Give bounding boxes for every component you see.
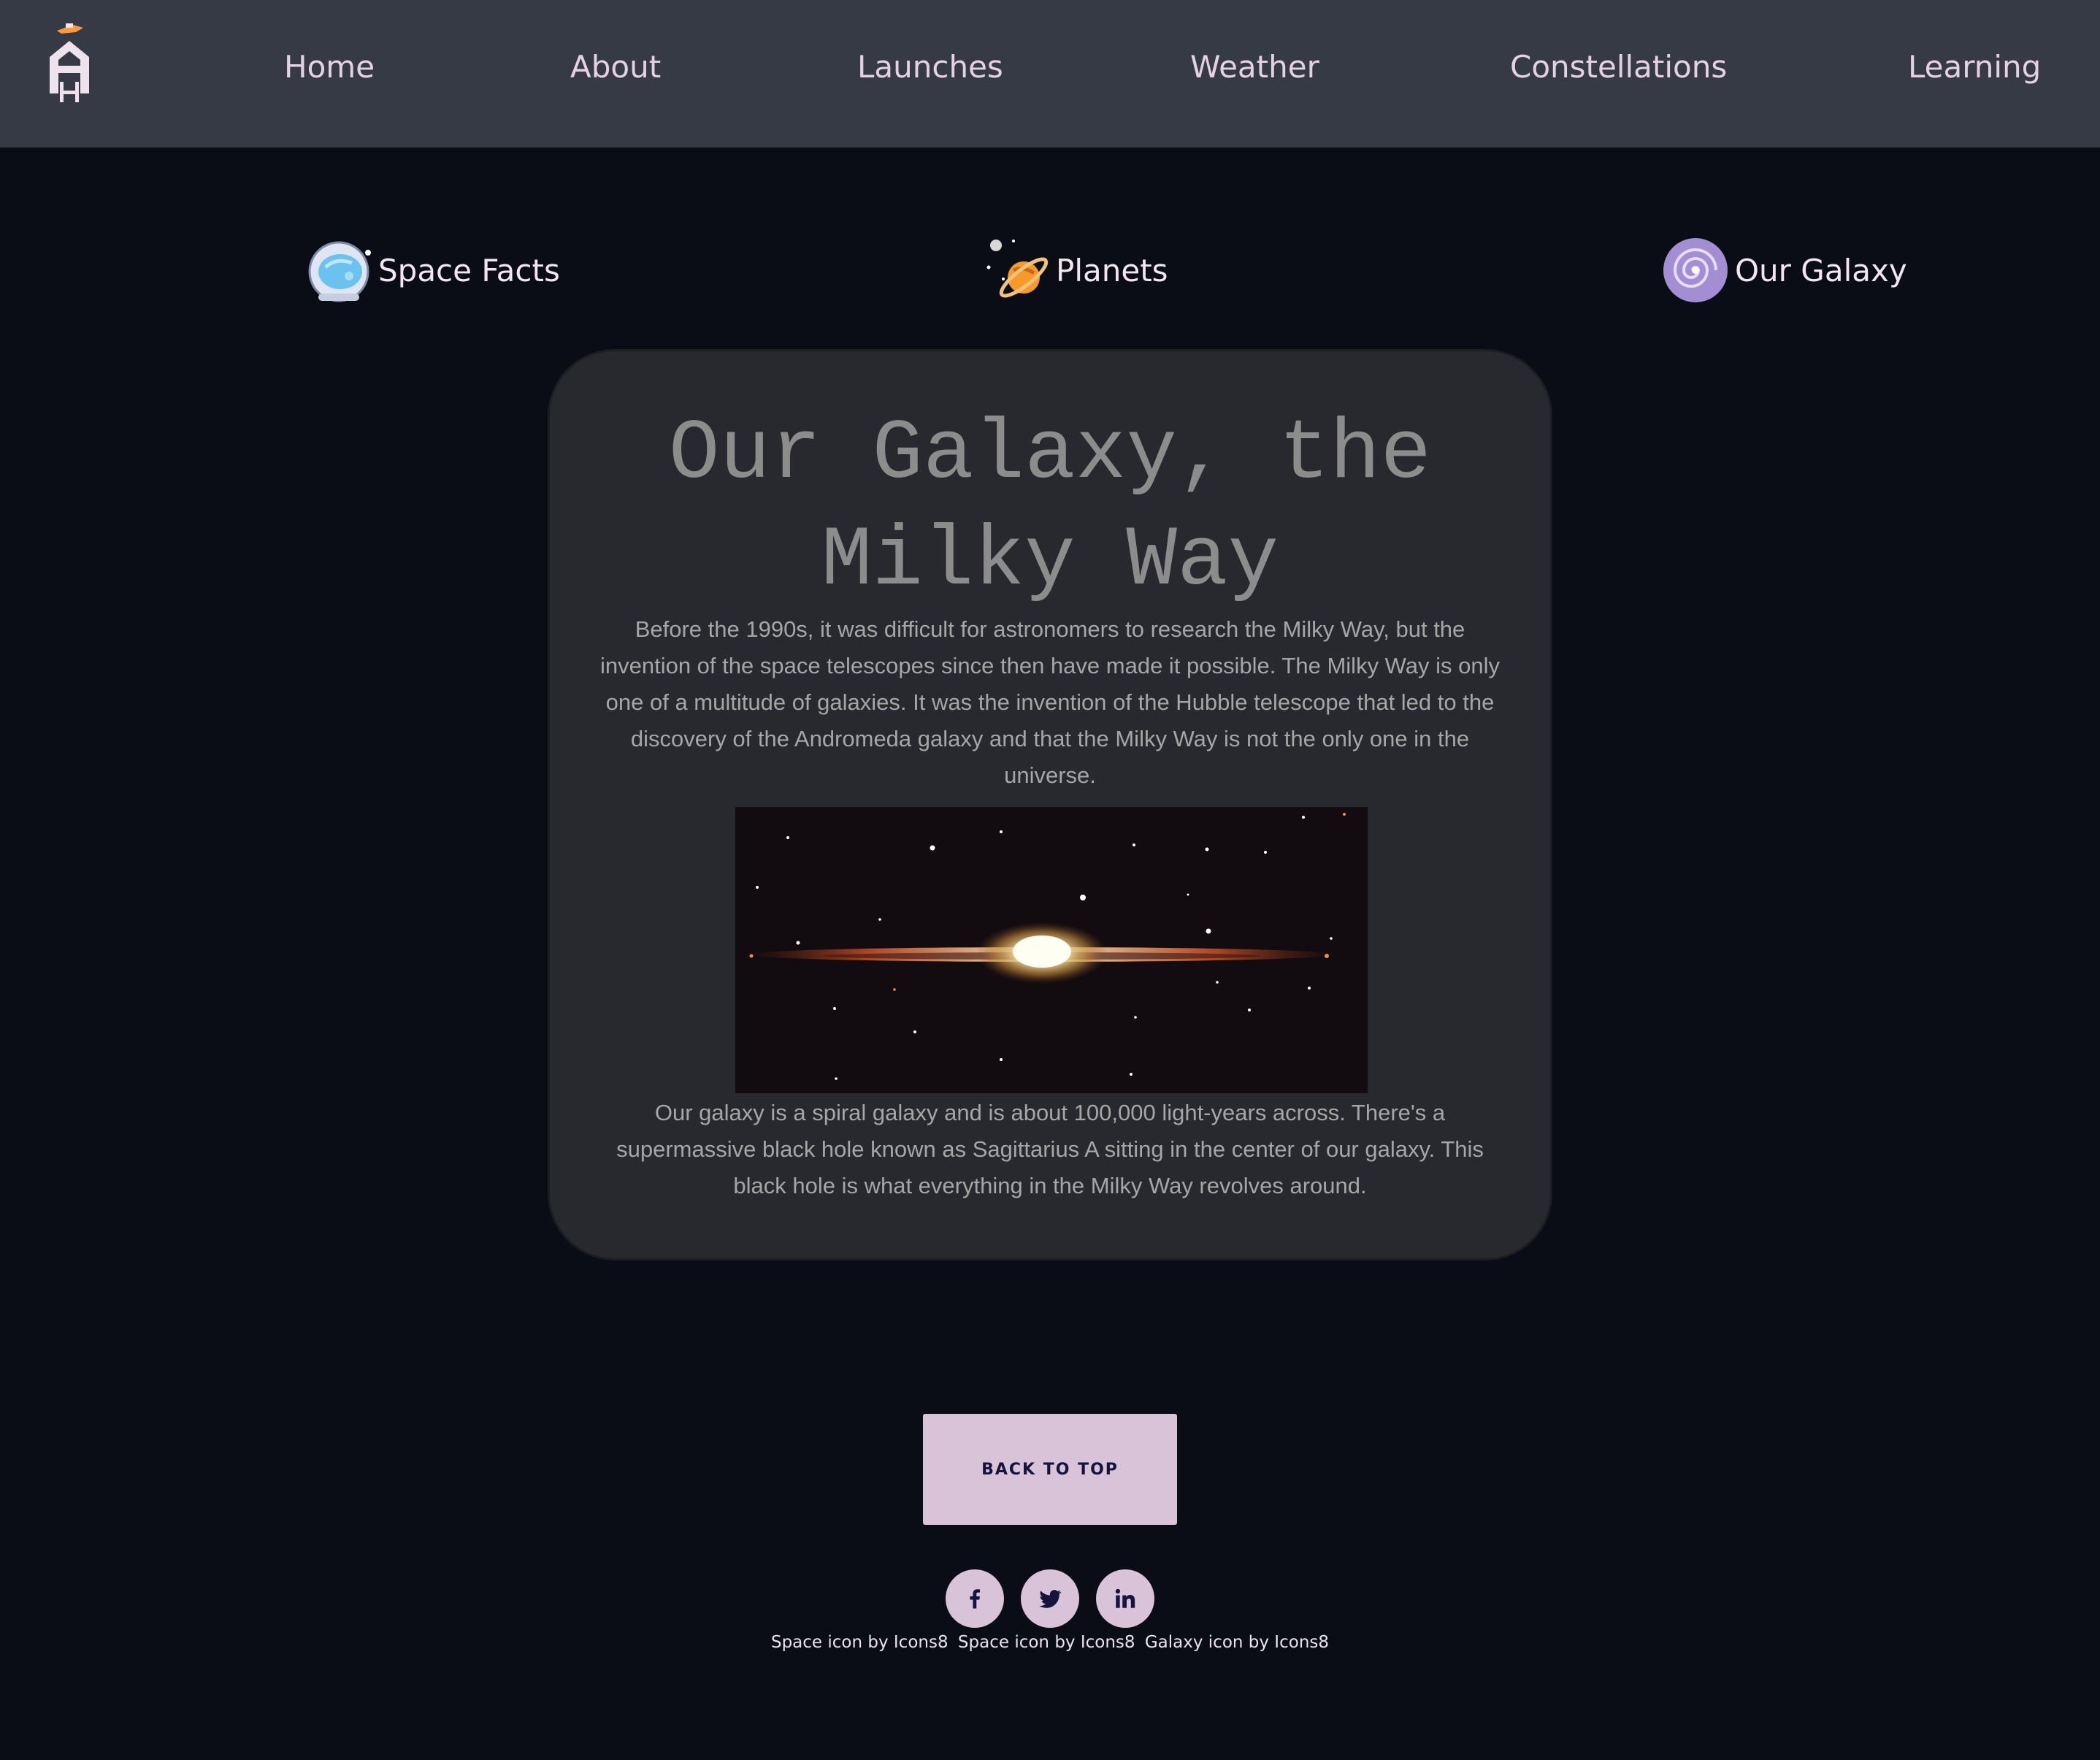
- page-title: Our Galaxy, the Milky Way: [668, 406, 1432, 609]
- galaxy-description-paragraph: Our galaxy is a spiral galaxy and is abo…: [616, 1100, 1484, 1198]
- twitter-button[interactable]: [1021, 1569, 1079, 1628]
- facebook-icon: [970, 1589, 981, 1609]
- galaxy-info-card: Our Galaxy, the Milky Way Before the 199…: [548, 349, 1552, 1260]
- icon-credits: Space icon by Icons8 Space icon by Icons…: [0, 1633, 2100, 1652]
- category-our-galaxy[interactable]: Our Galaxy: [1660, 234, 1907, 307]
- milky-way-image: [735, 807, 1368, 1093]
- facebook-button[interactable]: [946, 1569, 1004, 1628]
- credit-link[interactable]: Space icon by Icons8: [771, 1633, 949, 1652]
- linkedin-button[interactable]: [1096, 1569, 1154, 1628]
- back-to-top-button[interactable]: BACK TO TOP: [923, 1414, 1177, 1525]
- galaxy-icon: [1663, 238, 1728, 302]
- category-label-planets: Planets: [1056, 252, 1168, 288]
- category-planets[interactable]: Planets: [981, 234, 1168, 307]
- nav-link-weather[interactable]: Weather: [1190, 45, 1319, 89]
- astronaut-helmet-icon: [308, 241, 371, 302]
- category-label-our-galaxy: Our Galaxy: [1735, 252, 1907, 288]
- nav-link-constellations[interactable]: Constellations: [1510, 45, 1727, 89]
- nav-link-home[interactable]: Home: [284, 45, 375, 89]
- home-logo-icon[interactable]: [44, 20, 95, 107]
- linkedin-icon: [1115, 1588, 1135, 1608]
- nav-link-launches[interactable]: Launches: [857, 45, 1003, 89]
- credit-link[interactable]: Galaxy icon by Icons8: [1145, 1633, 1329, 1652]
- top-navbar: Home About Launches Weather Constellatio…: [0, 0, 2100, 148]
- nav-link-learning[interactable]: Learning: [1908, 45, 2041, 89]
- category-label-space-facts: Space Facts: [378, 252, 560, 288]
- category-space-facts[interactable]: Space Facts: [304, 234, 560, 307]
- twitter-icon: [1039, 1590, 1062, 1608]
- nav-link-about[interactable]: About: [570, 45, 661, 89]
- intro-paragraph: Before the 1990s, it was difficult for a…: [599, 616, 1501, 788]
- planet-icon: [986, 240, 1049, 298]
- credit-link[interactable]: Space icon by Icons8: [958, 1633, 1135, 1652]
